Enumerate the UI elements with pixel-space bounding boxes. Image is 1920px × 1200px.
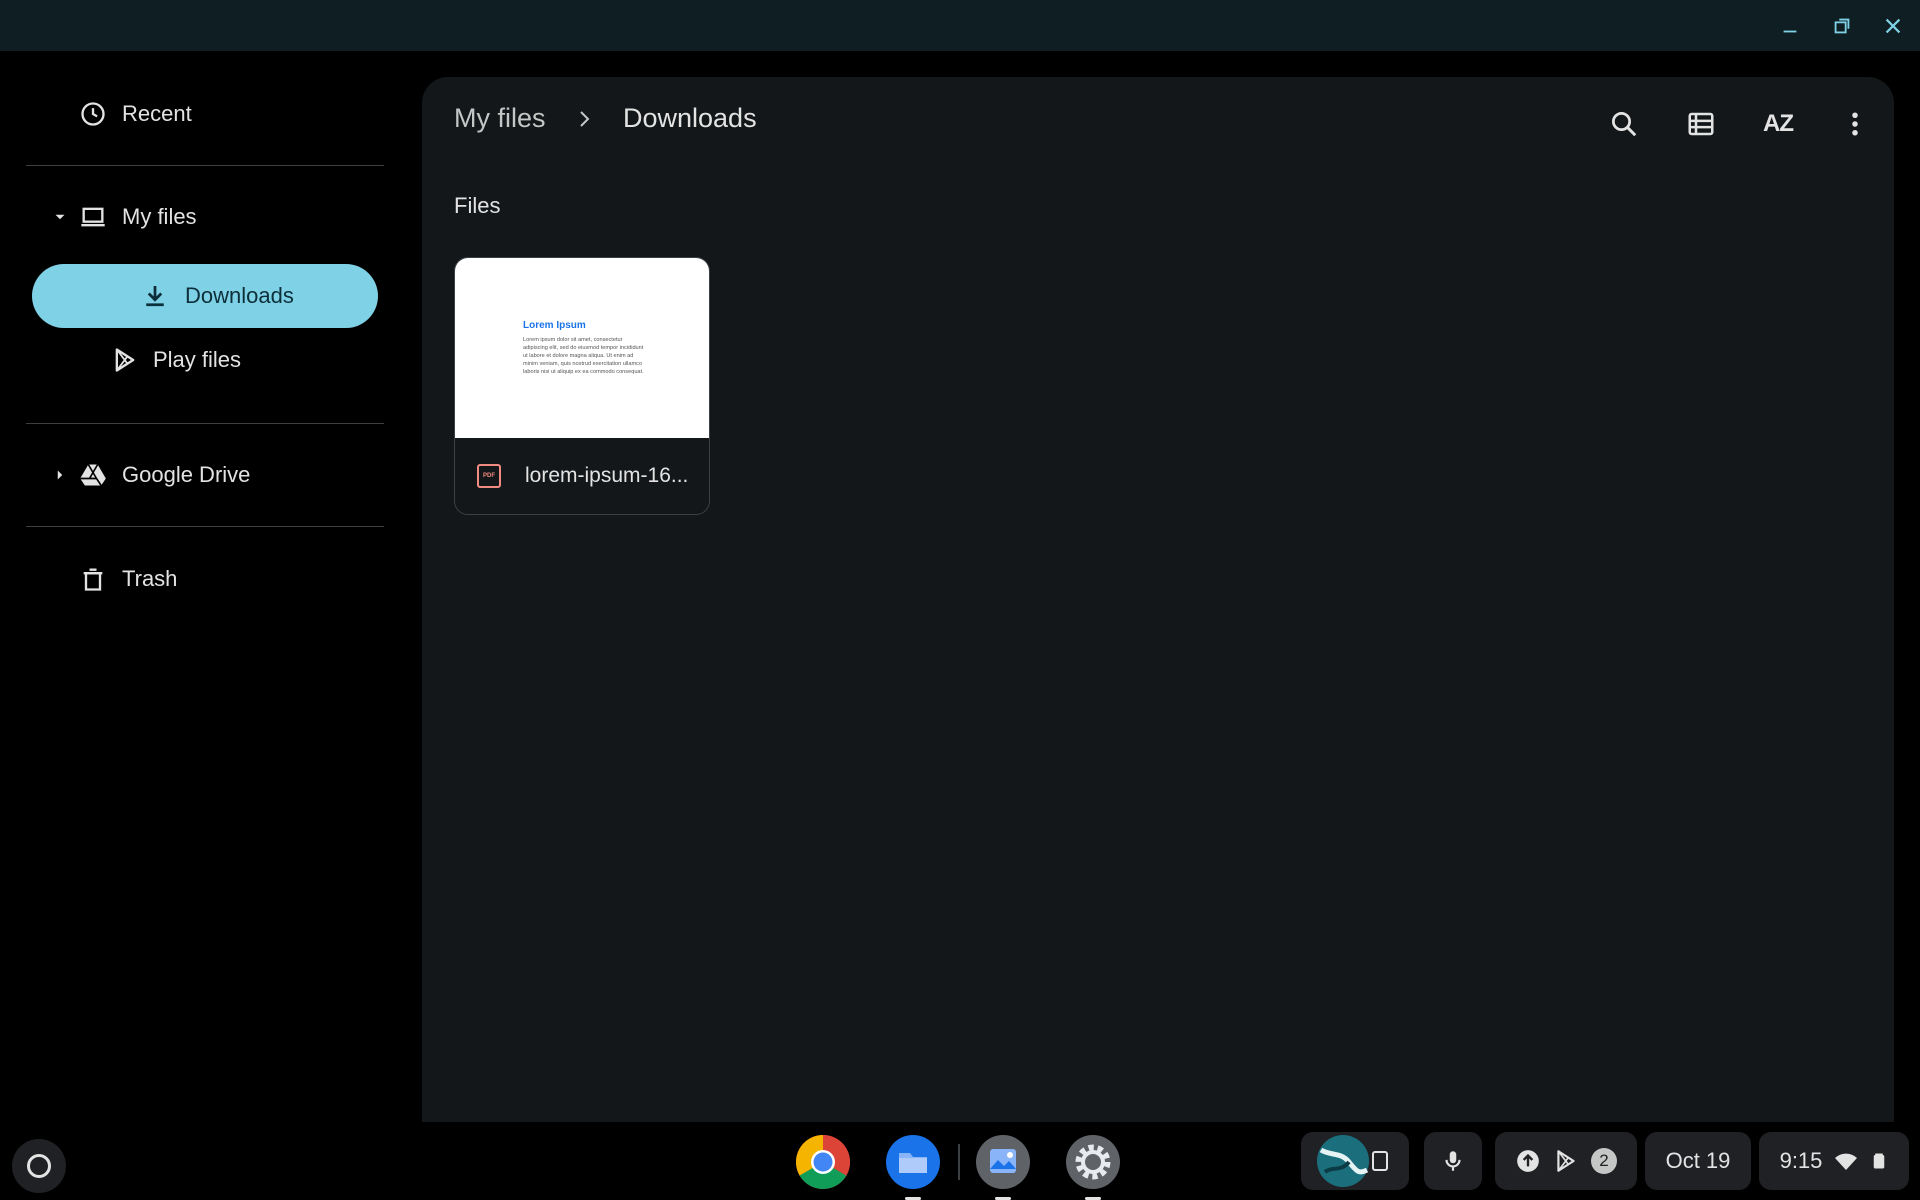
microphone-icon xyxy=(1445,1151,1461,1171)
search-icon xyxy=(1612,112,1637,137)
sidebar-item-trash[interactable]: Trash xyxy=(78,564,177,594)
divider xyxy=(26,526,384,527)
breadcrumb-my-files[interactable]: My files xyxy=(454,103,546,134)
system-tray[interactable]: 9:15 xyxy=(1759,1132,1909,1190)
sidebar-item-label: Downloads xyxy=(185,283,294,308)
sidebar-item-recent[interactable]: Recent xyxy=(78,99,192,129)
file-name: lorem-ipsum-16... xyxy=(525,464,689,487)
laptop-icon xyxy=(78,202,108,232)
sidebar-item-label: My files xyxy=(122,204,197,229)
breadcrumb-downloads: Downloads xyxy=(623,103,757,133)
sidebar-item-label: Recent xyxy=(122,101,192,126)
close-icon xyxy=(1885,18,1901,34)
list-view-button[interactable] xyxy=(1680,103,1722,145)
sidebar-item-play-files[interactable]: Play files xyxy=(110,345,241,375)
restore-icon xyxy=(1834,18,1850,34)
settings-gear-icon xyxy=(1066,1135,1120,1189)
chevron-right-icon xyxy=(580,111,590,127)
more-vert-icon xyxy=(1852,112,1858,136)
pdf-file-icon: PDF xyxy=(477,464,501,488)
phone-hub-pod[interactable] xyxy=(1301,1132,1409,1190)
time-label: 9:15 xyxy=(1779,1148,1823,1173)
sidebar-item-google-drive[interactable]: Google Drive xyxy=(48,460,250,490)
sidebar-item-label: Google Drive xyxy=(122,462,251,487)
battery-icon xyxy=(1874,1153,1885,1169)
notification-count-badge: 2 xyxy=(1591,1148,1617,1174)
thumbnail-title: Lorem Ipsum xyxy=(523,320,586,331)
divider xyxy=(26,165,384,166)
sort-button[interactable]: AZ xyxy=(1757,103,1799,145)
dictation-button[interactable] xyxy=(1424,1132,1482,1190)
date-tray[interactable]: Oct 19 xyxy=(1645,1132,1751,1190)
settings-app[interactable] xyxy=(1065,1134,1121,1200)
files-icon xyxy=(886,1135,940,1189)
minimize-button[interactable] xyxy=(1772,8,1808,44)
sidebar-item-label: Play files xyxy=(153,347,242,372)
phone-hub-icon xyxy=(1317,1135,1388,1187)
upload-status-icon xyxy=(1517,1150,1539,1172)
notification-pod[interactable]: 2 xyxy=(1495,1132,1637,1190)
divider xyxy=(26,423,384,424)
restore-button[interactable] xyxy=(1824,8,1860,44)
chrome-icon xyxy=(795,1135,851,1190)
file-card[interactable]: Lorem Ipsum Lorem ipsum dolor sit amet, … xyxy=(454,257,710,515)
chrome-app[interactable] xyxy=(795,1134,851,1190)
title-bar xyxy=(0,0,1920,51)
launcher-button[interactable] xyxy=(12,1139,66,1193)
google-drive-icon xyxy=(78,460,108,490)
shelf: 2 Oct 19 9:15 xyxy=(0,1122,1920,1200)
play-store-icon xyxy=(1557,1150,1575,1172)
close-button[interactable] xyxy=(1875,8,1911,44)
gallery-app[interactable] xyxy=(975,1134,1031,1200)
files-app[interactable] xyxy=(885,1134,941,1200)
thumbnail-text: Lorem ipsum dolor sit amet, consectetur … xyxy=(523,337,644,375)
launcher-icon xyxy=(27,1154,51,1178)
main-panel: My files Downloads AZ Files Lorem Ipsum … xyxy=(422,77,1894,1122)
list-view-icon xyxy=(1688,112,1714,136)
minimize-icon xyxy=(1783,30,1797,33)
sidebar-item-downloads[interactable]: Downloads xyxy=(32,264,378,328)
file-thumbnail: Lorem Ipsum Lorem ipsum dolor sit amet, … xyxy=(455,258,709,438)
sort-az-icon: AZ xyxy=(1763,110,1794,137)
date-label: Oct 19 xyxy=(1665,1148,1731,1173)
play-store-icon xyxy=(110,345,140,375)
sidebar-item-my-files[interactable]: My files xyxy=(48,202,197,232)
search-button[interactable] xyxy=(1603,103,1645,145)
wifi-icon xyxy=(1835,1153,1858,1170)
more-options-button[interactable] xyxy=(1834,103,1876,145)
caret-right-icon[interactable] xyxy=(48,463,72,487)
caret-down-icon[interactable] xyxy=(48,205,72,229)
trash-icon xyxy=(78,564,108,594)
gallery-icon xyxy=(976,1135,1030,1189)
sidebar: Recent My files Downloads Play files Goo… xyxy=(0,51,400,1122)
section-title: Files xyxy=(454,193,501,218)
sidebar-item-label: Trash xyxy=(122,566,178,591)
shelf-divider xyxy=(958,1144,960,1180)
clock-icon xyxy=(78,99,108,129)
download-icon xyxy=(146,286,164,307)
